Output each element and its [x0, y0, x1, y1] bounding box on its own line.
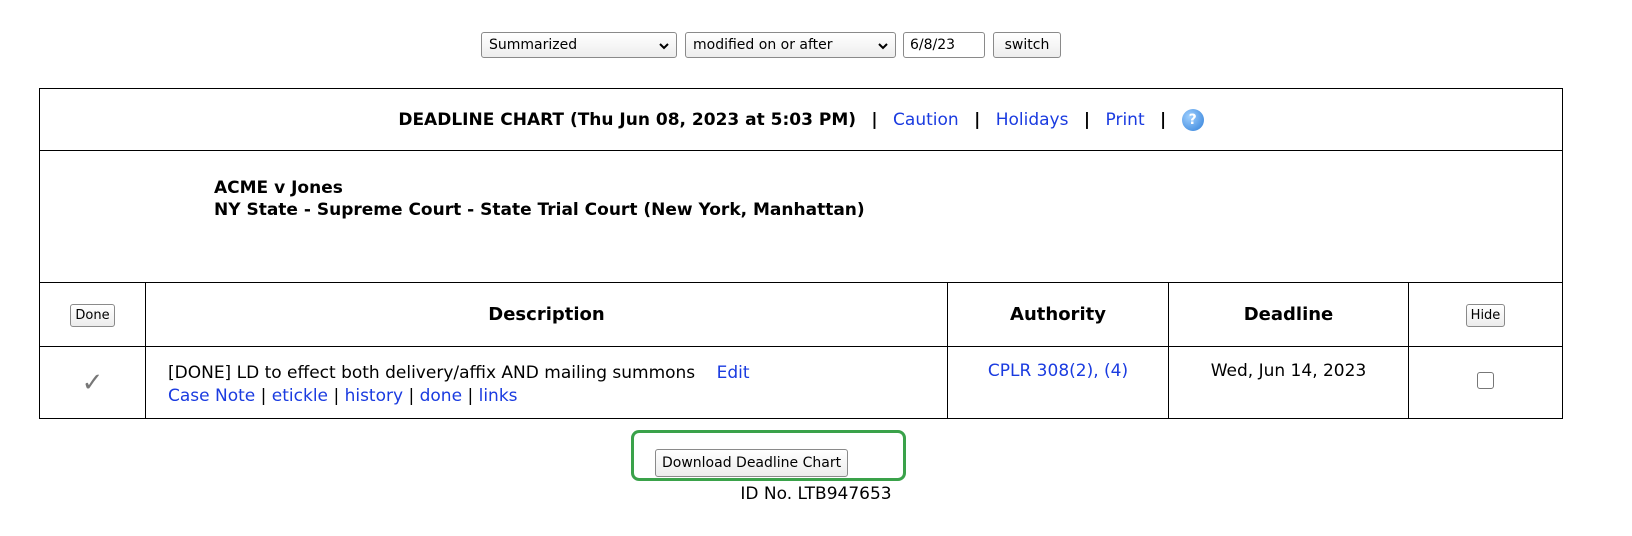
case-court: NY State - Supreme Court - State Trial C…: [214, 200, 865, 220]
switch-button-label: switch: [1004, 37, 1050, 53]
description-header: Description: [145, 282, 948, 347]
checkmark-icon: ✓: [39, 346, 146, 419]
links-link[interactable]: links: [479, 386, 518, 406]
hide-button[interactable]: Hide: [1465, 303, 1506, 327]
separator: |: [1160, 109, 1167, 130]
view-select-value: Summarized: [489, 37, 578, 53]
filter-select-value: modified on or after: [693, 37, 833, 53]
print-link[interactable]: Print: [1106, 110, 1145, 130]
chart-header: DEADLINE CHART (Thu Jun 08, 2023 at 5:03…: [39, 88, 1563, 151]
separator: |: [1083, 109, 1091, 130]
separator: |: [333, 386, 340, 406]
switch-button[interactable]: switch: [993, 32, 1061, 58]
deadline-header: Deadline: [1168, 282, 1409, 347]
hide-cell: [1408, 346, 1563, 419]
chevron-down-icon: [659, 43, 669, 50]
case-name: ACME v Jones: [214, 178, 343, 198]
hide-column-header: Hide: [1408, 282, 1563, 347]
row-description: [DONE] LD to effect both delivery/affix …: [168, 363, 696, 383]
help-icon[interactable]: ?: [1181, 108, 1204, 131]
holidays-link[interactable]: Holidays: [996, 110, 1069, 130]
separator: |: [974, 109, 981, 130]
done-button[interactable]: Done: [70, 303, 115, 327]
caution-link[interactable]: Caution: [893, 110, 959, 130]
deadline-cell: Wed, Jun 14, 2023: [1168, 346, 1409, 419]
download-deadline-chart-button[interactable]: Download Deadline Chart: [655, 449, 849, 477]
etickle-link[interactable]: etickle: [272, 386, 328, 406]
case-info: ACME v Jones NY State - Supreme Court - …: [39, 150, 1563, 283]
separator: |: [871, 109, 878, 130]
authority-header: Authority: [947, 282, 1169, 347]
date-input-value: 6/8/23: [910, 37, 956, 53]
description-cell: [DONE] LD to effect both delivery/affix …: [145, 346, 948, 419]
id-number: ID No. LTB947653: [740, 484, 892, 504]
authority-link[interactable]: CPLR 308(2), (4): [988, 361, 1128, 381]
separator: |: [260, 386, 267, 406]
history-link[interactable]: history: [345, 386, 403, 406]
date-input[interactable]: 6/8/23: [903, 32, 985, 58]
deadline-chart-table: DEADLINE CHART (Thu Jun 08, 2023 at 5:03…: [39, 88, 1563, 419]
chart-title: DEADLINE CHART (Thu Jun 08, 2023 at 5:03…: [398, 109, 857, 130]
separator: |: [467, 386, 474, 406]
filter-select[interactable]: modified on or after: [685, 32, 896, 58]
done-column-header: Done: [39, 282, 146, 347]
hide-checkbox[interactable]: [1477, 371, 1494, 389]
view-select[interactable]: Summarized: [481, 32, 677, 58]
table-row: ✓ [DONE] LD to effect both delivery/affi…: [39, 346, 1563, 419]
case-note-link[interactable]: Case Note: [168, 386, 255, 406]
edit-link[interactable]: Edit: [717, 363, 750, 383]
chevron-down-icon: [878, 43, 888, 50]
separator: |: [408, 386, 415, 406]
done-link[interactable]: done: [420, 386, 462, 406]
authority-cell: CPLR 308(2), (4): [947, 346, 1169, 419]
